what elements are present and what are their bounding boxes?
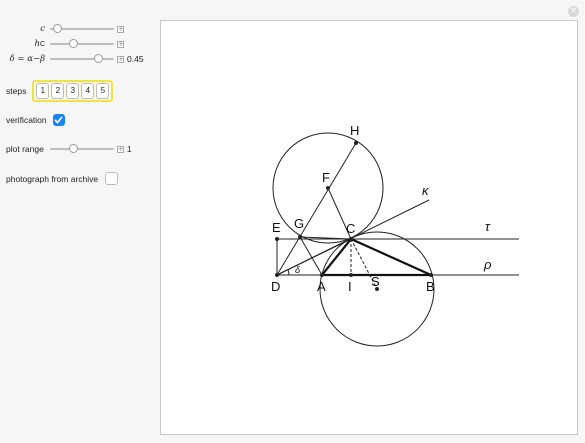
point-C — [349, 237, 353, 241]
label-G: G — [294, 216, 304, 231]
label-S: S — [371, 274, 380, 289]
verification-row: verification — [6, 114, 65, 126]
delta-value: 0.45 — [127, 54, 144, 64]
label-F: F — [322, 170, 330, 185]
plot-range-expand-icon[interactable]: + — [116, 145, 124, 153]
hc-slider[interactable] — [50, 39, 114, 49]
point-F — [326, 186, 330, 190]
delta-slider-track — [50, 58, 114, 60]
step-button-3[interactable]: 3 — [66, 83, 80, 99]
hc-label-sub: C — [39, 41, 45, 48]
steps-label: steps — [6, 86, 27, 96]
plot-range-value: 1 — [126, 144, 132, 154]
label-H: H — [350, 123, 359, 138]
checkmark-icon — [54, 116, 63, 124]
c-expand-icon[interactable]: + — [117, 25, 124, 33]
plot-range-slider[interactable] — [49, 144, 114, 154]
delta-slider-thumb[interactable] — [94, 54, 103, 63]
label-B: B — [426, 279, 435, 294]
diagram-canvas: H F E G C D A I S B κ τ ρ δ — [160, 20, 578, 435]
delta-label: δ = α−β — [9, 54, 45, 64]
steps-setter: 1 2 3 4 5 — [32, 80, 114, 102]
label-tau: τ — [485, 219, 491, 234]
label-kappa: κ — [422, 183, 430, 198]
verification-checkbox[interactable] — [52, 114, 65, 126]
point-A — [320, 273, 324, 277]
point-B — [429, 273, 433, 277]
c-control-row: c + — [0, 24, 124, 34]
point-I — [349, 273, 353, 277]
hc-slider-thumb[interactable] — [69, 39, 78, 48]
step-button-1[interactable]: 1 — [36, 83, 50, 99]
label-I: I — [348, 279, 352, 294]
delta-control-row: δ = α−β + 0.45 — [0, 54, 144, 64]
plot-range-slider-track — [49, 148, 114, 150]
label-rho: ρ — [483, 257, 492, 272]
plot-range-row: plot range + 1 — [6, 144, 132, 154]
delta-expand-icon[interactable]: + — [117, 55, 124, 63]
point-E — [275, 237, 279, 241]
c-slider[interactable] — [50, 24, 114, 34]
photo-checkbox[interactable] — [105, 172, 119, 185]
label-C: C — [346, 221, 355, 236]
hc-control-row: hC + — [0, 39, 124, 49]
label-A: A — [317, 279, 326, 294]
close-icon[interactable]: × — [568, 6, 579, 17]
photo-label: photograph from archive — [6, 173, 99, 184]
step-button-5[interactable]: 5 — [96, 83, 110, 99]
hc-slider-track — [50, 43, 114, 45]
steps-row: steps 1 2 3 4 5 — [6, 80, 114, 102]
delta-slider[interactable] — [50, 54, 114, 64]
hc-label: hC — [0, 39, 45, 49]
step-button-2[interactable]: 2 — [51, 83, 65, 99]
label-delta: δ — [295, 265, 301, 275]
label-D: D — [271, 279, 280, 294]
geometry-diagram: H F E G C D A I S B κ τ ρ δ — [271, 123, 519, 347]
point-D — [275, 273, 279, 277]
point-H — [354, 141, 358, 145]
delta-arc — [287, 269, 290, 276]
verification-label: verification — [6, 115, 47, 125]
label-E: E — [272, 220, 281, 235]
controls-panel: c + hC + δ = α−β + 0.45 steps 1 2 3 4 5 — [0, 0, 160, 443]
point-G — [298, 235, 302, 239]
c-slider-thumb[interactable] — [53, 24, 62, 33]
step-button-4[interactable]: 4 — [81, 83, 95, 99]
hc-expand-icon[interactable]: + — [117, 40, 124, 48]
plot-range-label: plot range — [6, 144, 44, 154]
c-label: c — [40, 24, 45, 34]
photo-row: photograph from archive — [6, 172, 119, 185]
plot-range-slider-thumb[interactable] — [68, 144, 78, 153]
